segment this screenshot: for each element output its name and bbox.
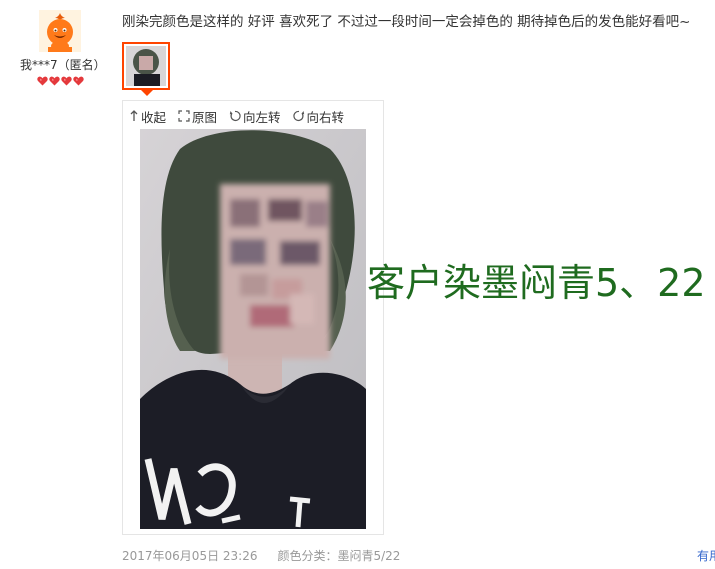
fullscreen-icon bbox=[178, 110, 190, 122]
review-photo-large bbox=[140, 129, 366, 529]
viewer-toolbar: 收起 原图 向左转 向右转 bbox=[129, 107, 344, 125]
red-heart-icon bbox=[60, 76, 72, 86]
overlay-caption: 客户染墨闷青5、22 bbox=[367, 261, 706, 305]
rotate-left-button[interactable]: 向左转 bbox=[229, 107, 281, 126]
photo-viewer: 收起 原图 向左转 向右转 bbox=[122, 100, 384, 535]
reviewer-name: 我***7（匿名） bbox=[20, 58, 106, 72]
avatar[interactable] bbox=[39, 10, 81, 52]
rotate-left-icon bbox=[229, 110, 241, 122]
original-image-label: 原图 bbox=[192, 109, 218, 125]
collapse-label: 收起 bbox=[141, 109, 167, 125]
sku-info: 颜色分类：墨闷青5/22 bbox=[277, 549, 401, 563]
red-heart-icon bbox=[72, 76, 84, 86]
original-image-button[interactable]: 原图 bbox=[178, 107, 217, 126]
review-date: 2017年06月05日 23:26 bbox=[122, 549, 258, 563]
arrow-up-icon bbox=[130, 110, 138, 121]
helpful-link[interactable]: 有用 bbox=[697, 547, 715, 564]
review-meta: 2017年06月05日 23:26 颜色分类：墨闷青5/22 bbox=[122, 547, 400, 564]
collapse-button[interactable]: 收起 bbox=[129, 107, 166, 126]
thumbnail-image bbox=[126, 46, 166, 86]
reviewer-info: 我***7（匿名） bbox=[20, 10, 106, 86]
reviewer-level bbox=[20, 76, 100, 86]
orange-mascot-avatar-icon bbox=[39, 10, 81, 52]
rotate-right-icon bbox=[292, 110, 304, 122]
review-content: 刚染完颜色是这样的 好评 喜欢死了 不过过一段时间一定会掉色的 期待掉色后的发色… bbox=[122, 12, 715, 32]
red-heart-icon bbox=[36, 76, 48, 86]
rotate-right-label: 向右转 bbox=[306, 109, 345, 125]
thumbnail-pointer bbox=[141, 90, 153, 96]
review-text: 刚染完颜色是这样的 好评 喜欢死了 不过过一段时间一定会掉色的 期待掉色后的发色… bbox=[122, 14, 691, 30]
red-heart-icon bbox=[48, 76, 60, 86]
review-photo-thumbnail[interactable] bbox=[122, 42, 170, 96]
rotate-right-button[interactable]: 向右转 bbox=[292, 107, 345, 126]
rotate-left-label: 向左转 bbox=[243, 109, 281, 125]
